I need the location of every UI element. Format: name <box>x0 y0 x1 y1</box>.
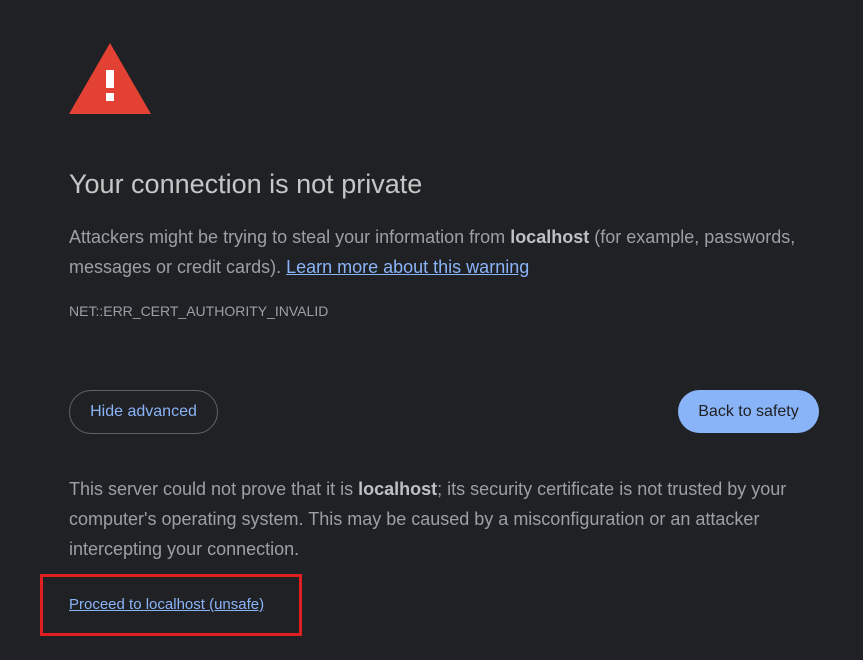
warning-triangle-icon <box>68 42 152 115</box>
proceed-link[interactable]: Proceed to localhost (unsafe) <box>69 595 264 615</box>
hide-advanced-button[interactable]: Hide advanced <box>69 390 218 434</box>
host-name: localhost <box>510 227 590 247</box>
back-to-safety-button[interactable]: Back to safety <box>678 390 819 433</box>
details-text: This server could not prove that it is <box>69 479 359 499</box>
learn-more-link[interactable]: Learn more about this warning <box>286 257 529 277</box>
advanced-details: This server could not prove that it is l… <box>69 474 839 564</box>
page-title: Your connection is not private <box>69 169 423 199</box>
warning-message: Attackers might be trying to steal your … <box>69 222 829 282</box>
details-host-name: localhost <box>358 479 438 499</box>
interstitial-page: Your connection is not private Attackers… <box>0 0 863 660</box>
message-text: Attackers might be trying to steal your … <box>69 227 511 247</box>
error-code: NET::ERR_CERT_AUTHORITY_INVALID <box>69 303 329 319</box>
